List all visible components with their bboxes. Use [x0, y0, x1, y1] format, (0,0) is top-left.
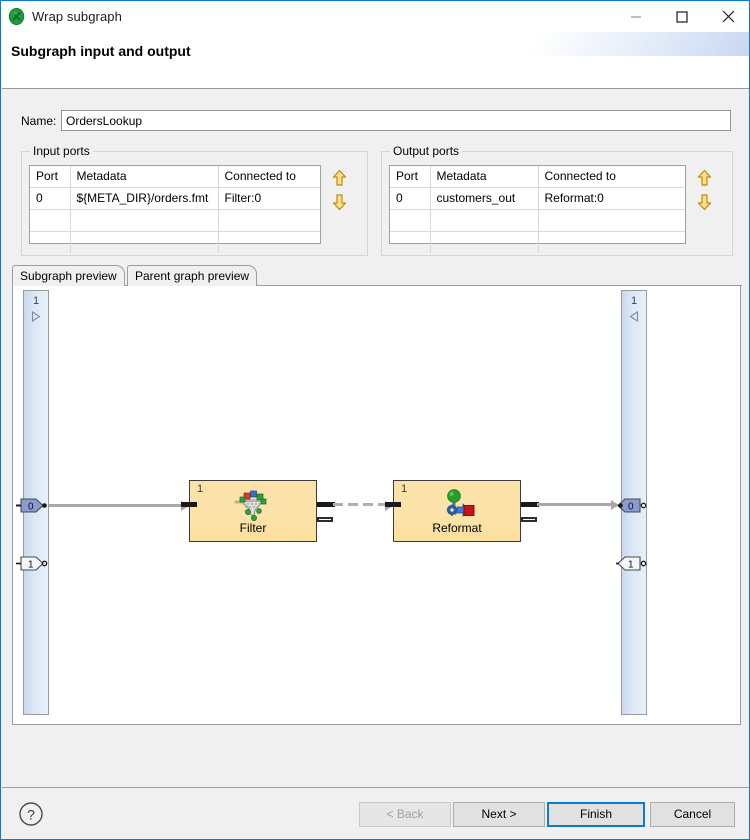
cell-metadata: [70, 232, 218, 254]
name-row: Name:: [21, 110, 733, 132]
cancel-button[interactable]: Cancel: [650, 802, 735, 827]
svg-text:?: ?: [27, 807, 35, 823]
cell-metadata: [70, 210, 218, 232]
output-port-bar-count: 1: [622, 295, 646, 307]
title-bar: Wrap subgraph: [1, 1, 750, 32]
table-row[interactable]: [390, 232, 685, 254]
svg-text:1: 1: [628, 559, 634, 570]
reformat-gear-icon: [394, 489, 520, 521]
move-up-arrow-icon[interactable]: [693, 166, 715, 190]
input-port-0[interactable]: 0: [15, 497, 45, 514]
connection-reformat-to-output: [537, 503, 615, 506]
wrap-subgraph-dialog: Wrap subgraph Subgraph input and output …: [0, 0, 750, 840]
next-button[interactable]: Next >: [453, 802, 545, 827]
cell-port: [30, 232, 70, 254]
node-reformat-label: Reformat: [394, 521, 520, 535]
cell-connected-to: [538, 210, 685, 232]
cell-connected-to: [538, 232, 685, 254]
input-port-bar-count: 1: [24, 295, 48, 307]
node-filter-label: Filter: [190, 521, 316, 535]
play-triangle-icon: [24, 311, 48, 322]
cell-connected-to: Filter:0: [218, 188, 320, 210]
back-button[interactable]: < Back: [359, 802, 451, 827]
reformat-in-stub: [385, 502, 401, 507]
finish-button[interactable]: Finish: [547, 802, 645, 827]
svg-text:0: 0: [28, 501, 34, 512]
table-row[interactable]: [390, 210, 685, 232]
dialog-body: Name: Input ports Port Metadata Connecte…: [2, 89, 750, 787]
cell-port: [390, 232, 430, 254]
cell-connected-to: [218, 210, 320, 232]
window-title: Wrap subgraph: [32, 9, 122, 24]
column-header-metadata: Metadata: [70, 166, 218, 188]
help-question-icon[interactable]: ?: [18, 801, 44, 827]
input-ports-title: Input ports: [30, 144, 93, 158]
table-row[interactable]: 0 customers_out Reformat:0: [390, 188, 685, 210]
output-ports-reorder-buttons: [693, 166, 717, 214]
output-ports-group: Output ports Port Metadata Connected to …: [381, 151, 733, 256]
cell-port: 0: [390, 188, 430, 210]
connection-filter-to-reformat: [333, 503, 389, 506]
close-icon[interactable]: [705, 1, 750, 32]
name-input[interactable]: [61, 110, 731, 131]
dialog-header: Subgraph input and output: [2, 32, 750, 88]
table-header-row: Port Metadata Connected to: [390, 166, 685, 188]
input-ports-table[interactable]: Port Metadata Connected to 0 ${META_DIR}…: [29, 165, 321, 244]
column-header-connected-to: Connected to: [538, 166, 685, 188]
output-ports-title: Output ports: [390, 144, 462, 158]
maximize-icon[interactable]: [659, 1, 705, 32]
filter-in-stub: [181, 502, 197, 507]
filter-sieve-icon: [190, 489, 316, 521]
cell-metadata: customers_out: [430, 188, 538, 210]
svg-text:1: 1: [28, 559, 34, 570]
tab-subgraph-preview[interactable]: Subgraph preview: [12, 265, 125, 286]
preview-tabs: Parent graph preview Subgraph preview: [12, 265, 742, 286]
column-header-port: Port: [30, 166, 70, 188]
cell-connected-to: Reformat:0: [538, 188, 685, 210]
output-ports-table[interactable]: Port Metadata Connected to 0 customers_o…: [389, 165, 686, 244]
page-title: Subgraph input and output: [11, 43, 191, 59]
table-row[interactable]: 0 ${META_DIR}/orders.fmt Filter:0: [30, 188, 320, 210]
window-controls: [613, 1, 750, 32]
reformat-out-stub-1: [521, 517, 537, 522]
tab-parent-graph-preview[interactable]: Parent graph preview: [127, 265, 257, 286]
node-reformat[interactable]: 1: [393, 480, 521, 542]
input-port-1[interactable]: 1: [15, 555, 45, 572]
output-port-0[interactable]: 0: [615, 497, 645, 514]
minimize-icon[interactable]: [613, 1, 659, 32]
connection-input-to-filter: [49, 504, 185, 507]
table-header-row: Port Metadata Connected to: [30, 166, 320, 188]
play-triangle-left-icon: [622, 311, 646, 322]
move-down-arrow-icon[interactable]: [693, 190, 715, 214]
column-header-connected-to: Connected to: [218, 166, 320, 188]
svg-text:0: 0: [628, 501, 634, 512]
cell-metadata: [430, 210, 538, 232]
name-label: Name:: [21, 114, 56, 128]
move-up-arrow-icon[interactable]: [328, 166, 350, 190]
subgraph-preview-canvas[interactable]: 1 0 1: [12, 285, 741, 725]
input-ports-group: Input ports Port Metadata Connected to 0: [21, 151, 368, 256]
table-row[interactable]: [30, 210, 320, 232]
node-filter[interactable]: 1: [189, 480, 317, 542]
move-down-arrow-icon[interactable]: [328, 190, 350, 214]
input-ports-reorder-buttons: [328, 166, 352, 214]
green-circle-x-icon: [8, 8, 25, 25]
cell-metadata: [430, 232, 538, 254]
dialog-footer: ? < Back Next > Finish Cancel: [2, 788, 750, 840]
table-row[interactable]: [30, 232, 320, 254]
cell-port: 0: [30, 188, 70, 210]
header-decoration: [420, 32, 750, 56]
cell-connected-to: [218, 232, 320, 254]
output-port-1[interactable]: 1: [615, 555, 645, 572]
cell-metadata: ${META_DIR}/orders.fmt: [70, 188, 218, 210]
column-header-port: Port: [390, 166, 430, 188]
filter-out-stub-1: [317, 517, 333, 522]
cell-port: [390, 210, 430, 232]
column-header-metadata: Metadata: [430, 166, 538, 188]
cell-port: [30, 210, 70, 232]
